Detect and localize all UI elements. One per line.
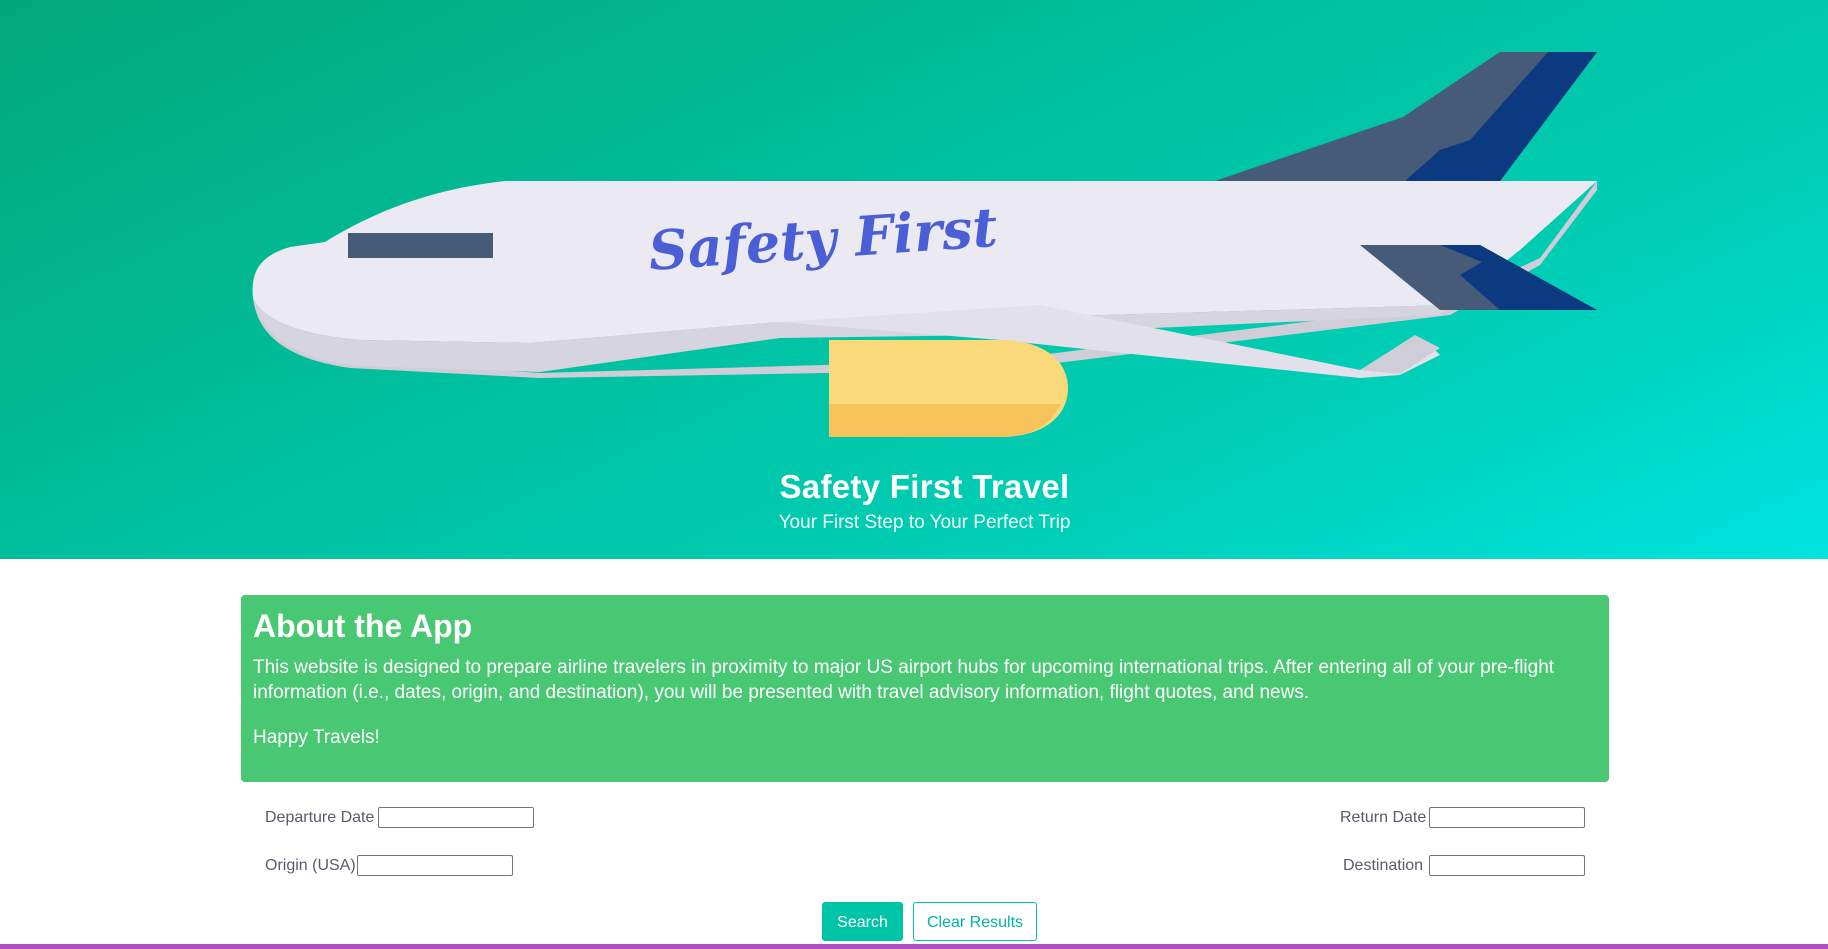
about-panel: About the App This website is designed t… — [241, 595, 1609, 782]
origin-label: Origin (USA) — [265, 857, 356, 874]
search-button[interactable]: Search — [822, 902, 903, 941]
cockpit-window — [348, 233, 493, 258]
clear-results-button[interactable]: Clear Results — [913, 902, 1037, 941]
about-description: This website is designed to prepare airl… — [253, 657, 1555, 703]
page-subtitle: Your First Step to Your Perfect Trip — [778, 512, 1071, 533]
departure-date-label: Departure Date — [265, 809, 375, 826]
engine-shadow — [829, 404, 1060, 437]
about-heading: About the App — [253, 608, 473, 644]
departure-date-input[interactable] — [378, 807, 534, 828]
about-closing: Happy Travels! — [253, 727, 380, 748]
page-title: Safety First Travel — [779, 468, 1070, 505]
bottom-accent-bar — [0, 944, 1828, 949]
origin-input[interactable] — [357, 855, 513, 876]
hero-banner: Safety First Safety First Travel Your Fi… — [0, 0, 1828, 559]
return-date-input[interactable] — [1429, 807, 1585, 828]
destination-input[interactable] — [1429, 855, 1585, 876]
wing-tip — [1360, 335, 1440, 374]
return-date-label: Return Date — [1340, 809, 1427, 826]
destination-label: Destination — [1343, 857, 1424, 874]
